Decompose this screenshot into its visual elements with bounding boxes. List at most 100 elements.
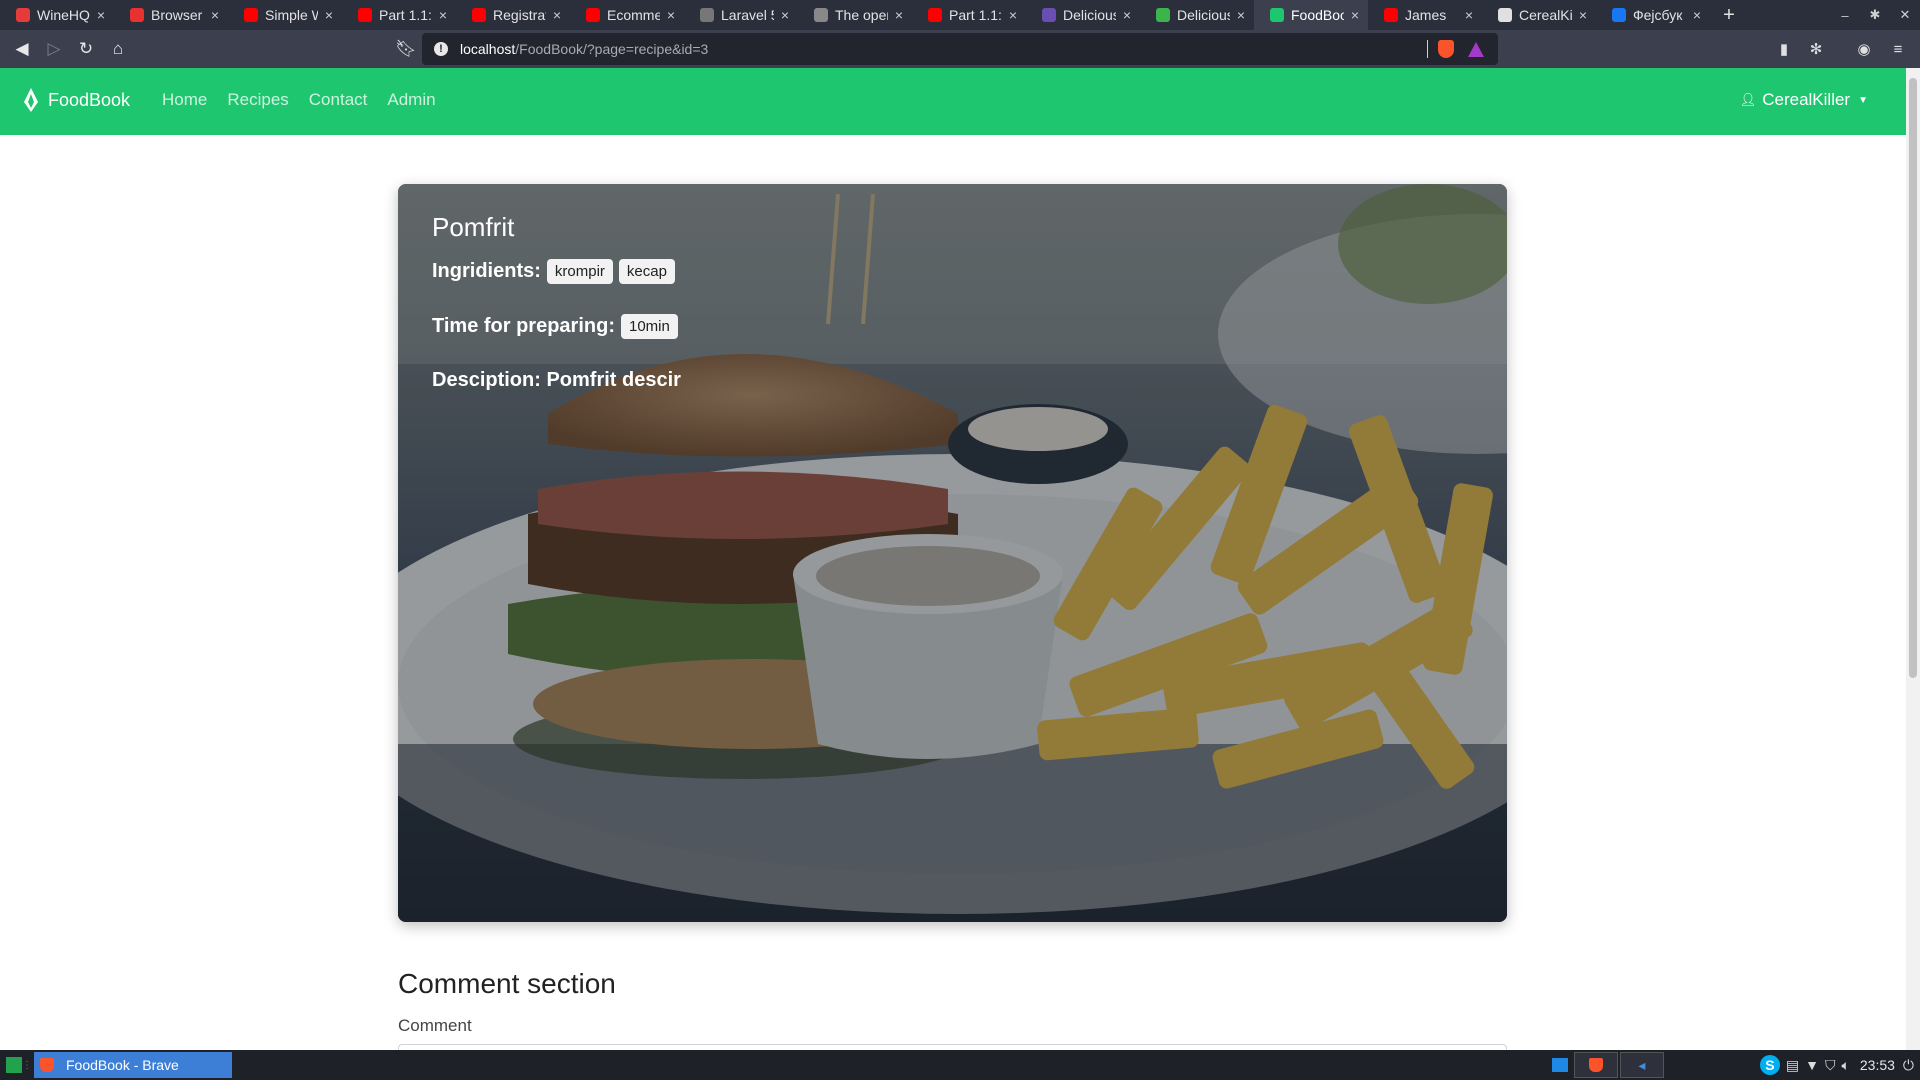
power-icon[interactable]: ⏻	[1903, 1052, 1914, 1078]
extension-icon[interactable]: ▮	[1768, 33, 1800, 65]
close-icon[interactable]: ×	[208, 7, 222, 23]
close-icon[interactable]: ×	[1576, 7, 1590, 23]
new-tab-button[interactable]: +	[1716, 0, 1742, 30]
back-icon[interactable]: ◀	[6, 33, 38, 65]
site-info-icon[interactable]: !	[434, 42, 448, 56]
brave-shield-icon[interactable]	[1438, 40, 1454, 58]
workspace-1[interactable]	[1573, 1052, 1618, 1078]
home-icon[interactable]: ⌂	[102, 33, 134, 65]
ingredients-label: Ingridients:	[432, 260, 541, 282]
leaf-icon	[1156, 8, 1170, 22]
skype-icon[interactable]: S	[1759, 1055, 1780, 1075]
browser-tab[interactable]: CerealKill×	[1482, 0, 1596, 30]
page-scrollbar[interactable]	[1906, 68, 1920, 1050]
clipboard-icon[interactable]: ▤	[1786, 1052, 1799, 1078]
close-icon[interactable]: ×	[1462, 7, 1476, 23]
browser-tab[interactable]: WineHQ -×	[0, 0, 114, 30]
nav-admin[interactable]: Admin	[387, 90, 435, 110]
browser-tab[interactable]: Delicious ×	[1140, 0, 1254, 30]
window-controls: – ✱ ✕	[1830, 0, 1920, 30]
menu-icon[interactable]: ≡	[1882, 33, 1914, 65]
browser-tab[interactable]: Browser p×	[114, 0, 228, 30]
address-bar[interactable]: ! localhost/FoodBook/?page=recipe&id=3	[422, 33, 1498, 65]
minimize-icon[interactable]: –	[1830, 0, 1860, 30]
brave-rewards-icon[interactable]	[1468, 41, 1484, 57]
tab-list: WineHQ -×Browser p×Simple We×Part 1.1: J…	[0, 0, 1710, 30]
tab-title: Registrati	[493, 7, 546, 23]
description-label: Desciption:	[432, 369, 541, 391]
volume-icon[interactable]: 🔈︎	[1841, 1052, 1849, 1078]
vscode-icon: ◂	[1638, 1056, 1646, 1073]
browser-tab[interactable]: Фејсбук ×	[1596, 0, 1710, 30]
close-icon[interactable]: ×	[1234, 7, 1248, 23]
tab-title: Delicious	[1177, 7, 1230, 23]
brave-icon	[40, 1058, 54, 1072]
pin-icon[interactable]: ✱	[1860, 0, 1890, 30]
recipe-details: Pomfrit Ingridients: krompir kecap Time …	[432, 212, 681, 422]
close-icon[interactable]: ×	[1006, 7, 1020, 23]
foodbook-icon	[1270, 8, 1284, 22]
taskbar-window-title: FoodBook - Brave	[66, 1057, 179, 1073]
browser-toolbar: ◀ ▷ ↻ ⌂ 🔖︎ ! localhost/FoodBook/?page=re…	[0, 30, 1920, 68]
user-dropdown[interactable]: 👤︎ CerealKiller ▼	[1740, 90, 1868, 110]
close-window-icon[interactable]: ✕	[1890, 0, 1920, 30]
close-icon[interactable]: ×	[322, 7, 336, 23]
browser-tab[interactable]: Simple We×	[228, 0, 342, 30]
forward-icon[interactable]: ▷	[38, 33, 70, 65]
template-icon	[1042, 8, 1056, 22]
comment-section-title: Comment section	[398, 968, 616, 999]
url-actions	[1427, 33, 1498, 65]
taskbar-window-item[interactable]: FoodBook - Brave	[34, 1052, 232, 1078]
browser-tab[interactable]: The open×	[798, 0, 912, 30]
files-icon[interactable]	[1551, 1058, 1568, 1072]
close-icon[interactable]: ×	[778, 7, 792, 23]
bookmark-icon[interactable]: 🔖︎	[390, 33, 422, 65]
nav-home[interactable]: Home	[162, 90, 207, 110]
youtube-icon	[472, 8, 486, 22]
scrollbar-thumb[interactable]	[1909, 78, 1917, 678]
browser-tab[interactable]: Ecommer×	[570, 0, 684, 30]
page-icon	[814, 8, 828, 22]
url-host: localhost	[460, 41, 516, 57]
winehq-icon	[16, 8, 30, 22]
taskbar-separator: ⋮	[22, 1059, 32, 1071]
user-name: CerealKiller	[1762, 90, 1851, 109]
wifi-icon[interactable]: ▼	[1805, 1052, 1819, 1078]
workspace-2[interactable]: ◂	[1619, 1052, 1664, 1078]
close-icon[interactable]: ×	[550, 7, 564, 23]
time-tag: 10min	[621, 314, 678, 339]
start-menu-icon[interactable]	[6, 1057, 22, 1073]
browser-tab[interactable]: Part 1.1: J×	[342, 0, 456, 30]
settings-icon[interactable]: ✻	[1800, 33, 1832, 65]
browser-tab[interactable]: Laravel 5.×	[684, 0, 798, 30]
brand-link[interactable]: FoodBook	[24, 88, 130, 112]
browser-tab[interactable]: FoodBook×	[1254, 0, 1368, 30]
browser-tab[interactable]: James ×	[1368, 0, 1482, 30]
close-icon[interactable]: ×	[94, 7, 108, 23]
close-icon[interactable]: ×	[892, 7, 906, 23]
close-icon[interactable]: ×	[664, 7, 678, 23]
browser-tab[interactable]: Delicious ×	[1026, 0, 1140, 30]
shield-icon[interactable]: ⛉	[1825, 1052, 1836, 1078]
youtube-icon	[586, 8, 600, 22]
browserstack-icon	[130, 8, 144, 22]
ingredients-row: Ingridients: krompir kecap	[432, 259, 681, 284]
close-icon[interactable]: ×	[1348, 7, 1362, 23]
recipe-card: Pomfrit Ingridients: krompir kecap Time …	[398, 184, 1507, 922]
tab-title: Part 1.1: J	[949, 7, 1002, 23]
close-icon[interactable]: ×	[436, 7, 450, 23]
ingredient-tag: kecap	[618, 259, 675, 284]
browser-tab[interactable]: Registrati×	[456, 0, 570, 30]
reload-icon[interactable]: ↻	[70, 33, 102, 65]
close-icon[interactable]: ×	[1120, 7, 1134, 23]
ingredient-tag: krompir	[546, 259, 613, 284]
nav-recipes[interactable]: Recipes	[227, 90, 288, 110]
youtube-icon	[1384, 8, 1398, 22]
browser-tab[interactable]: Part 1.1: J×	[912, 0, 1026, 30]
tab-title: CerealKill	[1519, 7, 1572, 23]
system-tray: ◂ S ▤ ▼ ⛉ 🔈︎ 23:53 ⏻	[1546, 1050, 1920, 1080]
nav-contact[interactable]: Contact	[309, 90, 368, 110]
profile-icon[interactable]: ◉	[1848, 33, 1880, 65]
description-row: Desciption: Pomfrit descir	[432, 369, 681, 392]
close-icon[interactable]: ×	[1690, 7, 1704, 23]
